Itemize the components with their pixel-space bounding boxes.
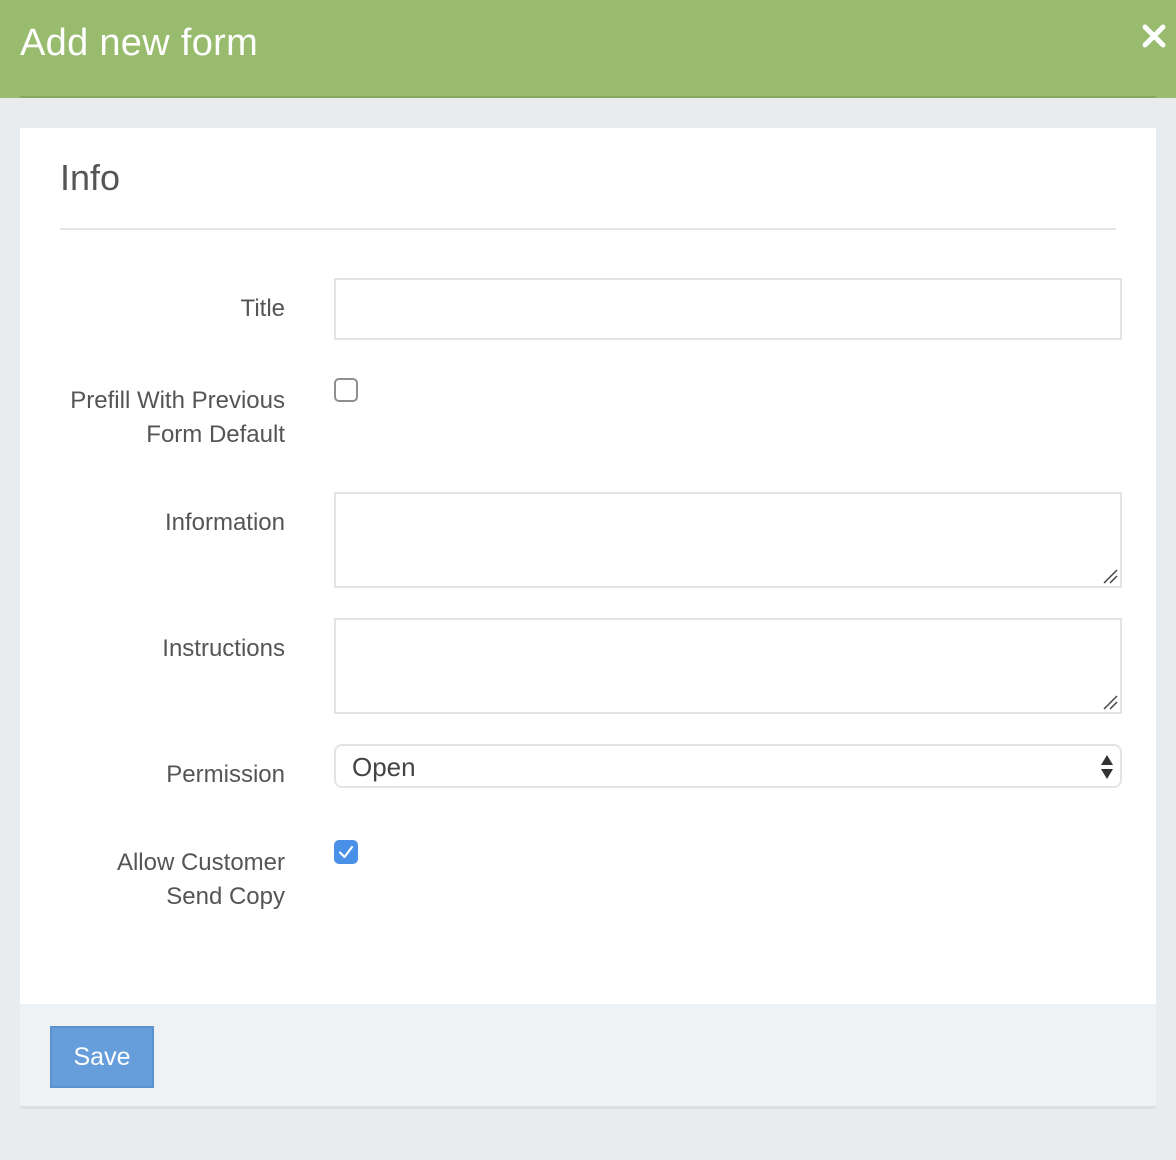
modal-title: Add new form (20, 22, 259, 64)
section-divider (60, 228, 1116, 230)
header-divider (20, 96, 1156, 98)
close-button[interactable] (1140, 22, 1168, 50)
close-icon[interactable] (1140, 22, 1168, 50)
instructions-label: Instructions (162, 635, 285, 662)
allow-send-copy-checkbox[interactable] (334, 840, 358, 864)
prefill-label-line2: Form Default (146, 421, 285, 448)
permission-select[interactable]: Open (334, 744, 1122, 788)
prefill-checkbox[interactable] (334, 378, 358, 402)
footer-divider (20, 1106, 1156, 1109)
permission-label: Permission (166, 761, 285, 788)
form-panel: Info Title Prefill With Previous Form De… (20, 128, 1156, 1004)
modal-header: Add new form (0, 0, 1176, 98)
resize-grip-icon[interactable] (1102, 568, 1118, 584)
prefill-label-line1: Prefill With Previous (70, 387, 285, 414)
save-button[interactable]: Save (50, 1026, 154, 1088)
allow-send-copy-label: Allow Customer Send Copy (117, 846, 285, 914)
prefill-label: Prefill With Previous Form Default (70, 384, 285, 452)
select-arrows-icon (1101, 755, 1113, 779)
permission-selected-value: Open (352, 752, 416, 782)
title-label: Title (240, 295, 285, 322)
information-textarea[interactable] (334, 492, 1122, 588)
allow-send-copy-label-line2: Send Copy (166, 883, 285, 910)
checkmark-icon (338, 845, 354, 859)
section-title: Info (60, 157, 121, 198)
title-input[interactable] (334, 278, 1122, 340)
information-label: Information (164, 509, 285, 536)
instructions-textarea[interactable] (334, 618, 1122, 714)
allow-send-copy-label-line1: Allow Customer (116, 849, 285, 876)
modal-footer: Save (20, 1004, 1156, 1108)
resize-grip-icon[interactable] (1102, 694, 1118, 710)
